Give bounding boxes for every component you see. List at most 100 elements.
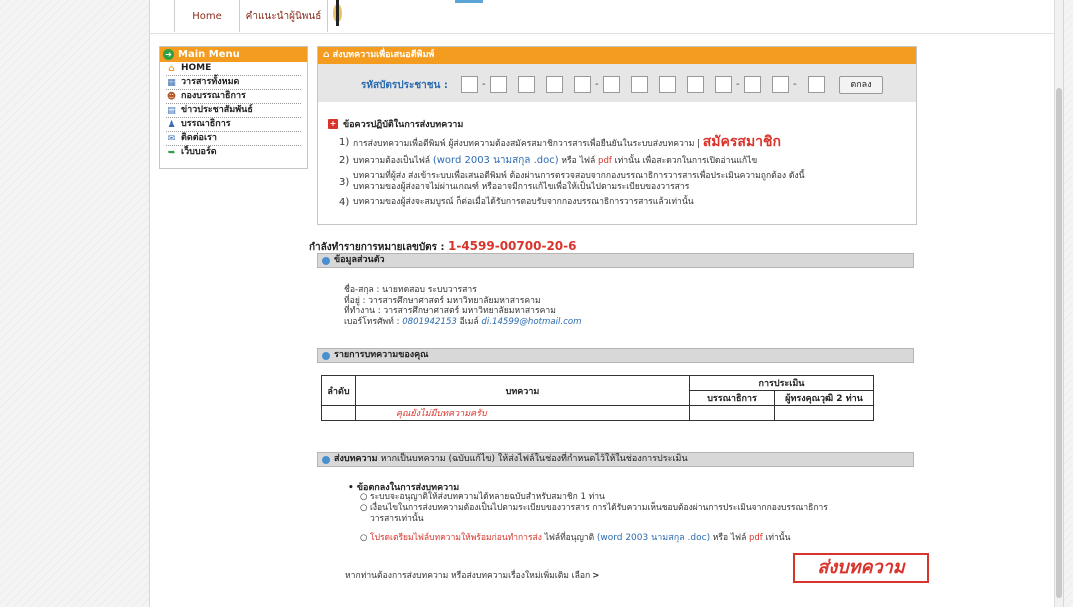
personal-info-header: ข้อมูลส่วนตัว	[317, 253, 914, 268]
menu-item-webboard[interactable]: ➥ เว็บบอร์ด	[166, 146, 301, 159]
menu-item-editor[interactable]: ♟ บรรณาธิการ	[166, 118, 301, 132]
chevron-right-icon: >	[592, 571, 600, 581]
rules-title: + ข้อควรปฏิบัติในการส่งบทความ	[328, 117, 463, 131]
menu-item-label: ติดต่อเรา	[181, 133, 217, 143]
agreement-text: ระบบจะอนุญาติให้ส่งบทความได้หลายฉบับสำหร…	[370, 492, 605, 502]
submit-section-header: ส่งบทความ หากเป็นบทความ (ฉบับแก้ไข) ให้ส…	[317, 452, 914, 467]
id-digit-12[interactable]	[772, 76, 789, 93]
menu-item-label: กองบรรณาธิการ	[181, 91, 246, 101]
agreement-text: เงื่อนไขในการส่งบทความต้องเป็นไปตามระเบี…	[370, 503, 828, 513]
rule-text: บทความต้องเป็นไฟล์	[353, 156, 431, 166]
submit-section-title: ส่งบทความ	[334, 454, 378, 464]
rule-text: บทความของผู้ส่งอาจไม่ผ่านเกณฑ์ หรืออาจมี…	[353, 182, 690, 192]
id-digit-11[interactable]	[744, 76, 761, 93]
person-icon: ♟	[167, 119, 176, 130]
rule-text: หรือ ไฟล์	[561, 156, 596, 166]
rule-1: 1) การส่งบทความเพื่อตีพิมพ์ ผู้ส่งบทความ…	[339, 134, 781, 150]
phone-label: เบอร์โทรศัพท์ :	[344, 316, 400, 327]
submit-article-button[interactable]: ส่งบทความ	[793, 553, 929, 583]
email-label: อีเมล์	[459, 316, 479, 327]
submit-article-panel: ⌂ ส่งบทความเพื่อเสนอตีพิมพ์ รหัสบัตรประช…	[317, 46, 917, 225]
menu-item-label: วารสารทั้งหมด	[181, 77, 240, 87]
menu-item-label: ข่าวประชาสัมพันธ์	[181, 105, 253, 115]
submit-panel-header: ⌂ ส่งบทความเพื่อเสนอตีพิมพ์	[318, 47, 916, 64]
id-digit-2[interactable]	[490, 76, 507, 93]
rule-2: 2) บทความต้องเป็นไฟล์ (word 2003 นามสกุล…	[339, 155, 757, 167]
menu-item-home[interactable]: ⌂ HOME	[166, 62, 301, 76]
id-separator: -	[736, 79, 740, 90]
scrollbar-thumb[interactable]	[1056, 88, 1062, 598]
contact-icon: ✉	[167, 133, 176, 144]
pdf-format-text: pdf	[748, 533, 763, 543]
agreement-item-1: ○ ระบบจะอนุญาติให้ส่งบทความได้หลายฉบับสำห…	[360, 492, 605, 502]
agreement-text: ไฟล์ที่อนุญาติ	[544, 533, 595, 543]
id-digit-5[interactable]	[574, 76, 591, 93]
email-value: di.14599@hotmail.com	[481, 316, 582, 327]
rule-text: การส่งบทความเพื่อตีพิมพ์ ผู้ส่งบทความต้อ…	[353, 139, 700, 149]
pdf-format-text: pdf	[597, 156, 612, 166]
top-nav: Home คำแนะนำผู้นิพนธ์	[150, 0, 1063, 34]
articles-table: ลำดับ บทความ การประเมิน บรรณาธิการ ผู้ทร…	[321, 375, 874, 421]
personal-address: ที่อยู่ : วารสารศึกษาศาสตร์ มหาวิทยาลัยม…	[344, 295, 541, 306]
word-format-text: (word 2003 นามสกุล .doc)	[432, 155, 559, 166]
menu-item-label: บรรณาธิการ	[181, 119, 231, 129]
id-card-row: รหัสบัตรประชาชน : - - - - ตกลง	[318, 64, 916, 102]
nav-author-guide[interactable]: คำแนะนำผู้นิพนธ์	[240, 0, 328, 32]
rule-4: 4) บทความของผู้ส่งจะสมบูรณ์ ก็ต่อเมื่อได…	[339, 197, 694, 208]
rule-3: 3) บทความที่ผู้ส่ง ส่งเข้าระบบเพื่อเสนอต…	[339, 171, 804, 193]
news-icon: ▤	[167, 105, 176, 116]
col-evaluation: การประเมิน	[689, 375, 874, 391]
personal-workplace: ที่ทำงาน : วารสารศึกษาศาสตร์ มหาวิทยาลัย…	[344, 306, 556, 316]
menu-item-contact[interactable]: ✉ ติดต่อเรา	[166, 132, 301, 146]
rule-number: 2)	[339, 155, 350, 166]
submit-panel-title: ส่งบทความเพื่อเสนอตีพิมพ์	[332, 50, 435, 60]
id-digit-1[interactable]	[461, 76, 478, 93]
id-digit-10[interactable]	[715, 76, 732, 93]
nav-home[interactable]: Home	[174, 0, 240, 32]
candle-decoration	[336, 0, 339, 26]
personal-info-title: ข้อมูลส่วนตัว	[334, 255, 385, 265]
section-dot-icon	[322, 256, 330, 265]
plus-icon: +	[328, 119, 338, 129]
col-article: บทความ	[355, 375, 690, 406]
rule-text: บทความที่ผู้ส่ง ส่งเข้าระบบเพื่อเสนอตีพิ…	[353, 171, 805, 181]
agreement-text: วารสารเท่านั้น	[370, 514, 424, 524]
phone-value: 0801942153	[402, 316, 457, 327]
id-card-label: รหัสบัตรประชาชน :	[361, 80, 448, 91]
id-digit-13[interactable]	[808, 76, 825, 93]
id-digit-6[interactable]	[603, 76, 620, 93]
ok-button[interactable]: ตกลง	[839, 76, 883, 94]
agreement-item-2: ○ เงื่อนไขในการส่งบทความต้องเป็นไปตามระเบ…	[360, 503, 828, 524]
page-container: Home คำแนะนำผู้นิพนธ์ ➜ Main Menu ⌂ HOME …	[149, 0, 1064, 607]
cell-no	[321, 405, 356, 421]
table-header-row: ลำดับ บทความ การประเมิน	[321, 375, 874, 406]
id-digit-3[interactable]	[518, 76, 535, 93]
menu-item-editorial-board[interactable]: ☻ กองบรรณาธิการ	[166, 90, 301, 104]
personal-info: ชื่อ-สกุล : นายทดสอบ ระบบวารสาร ที่อยู่ …	[344, 285, 582, 327]
agreement-text: เท่านั้น	[765, 533, 791, 543]
id-digit-7[interactable]	[631, 76, 648, 93]
submit-section-note: หากเป็นบทความ (ฉบับแก้ไข) ให้ส่งไฟล์ในช่…	[380, 454, 688, 464]
col-reviewers: ผู้ทรงคุณวุฒิ 2 ท่าน	[774, 390, 874, 406]
webboard-arrow-icon: ➥	[167, 147, 176, 158]
menu-item-news[interactable]: ▤ ข่าวประชาสัมพันธ์	[166, 104, 301, 118]
menu-item-all-journals[interactable]: ▦ วารสารทั้งหมด	[166, 76, 301, 90]
prepare-file-text: โปรดเตรียมไฟล์บทความให้พร้อมก่อนทำการส่ง	[370, 533, 542, 543]
articles-header: รายการบทความของคุณ	[317, 348, 914, 363]
main-menu-title: Main Menu	[178, 49, 240, 60]
id-digit-8[interactable]	[659, 76, 676, 93]
articles-title: รายการบทความของคุณ	[334, 350, 429, 360]
personal-name: ชื่อ-สกุล : นายทดสอบ ระบบวารสาร	[344, 285, 477, 295]
rules-title-text: ข้อควรปฏิบัติในการส่งบทความ	[343, 120, 464, 130]
id-digit-4[interactable]	[546, 76, 563, 93]
register-member-link[interactable]: สมัครสมาชิก	[703, 134, 781, 150]
rule-text: บทความของผู้ส่งจะสมบูรณ์ ก็ต่อเมื่อได้รั…	[353, 197, 694, 207]
rule-number: 4)	[339, 197, 350, 208]
col-editor: บรรณาธิการ	[689, 390, 775, 406]
cell-reviewers	[774, 405, 874, 421]
id-digit-9[interactable]	[687, 76, 704, 93]
id-separator: -	[482, 79, 486, 90]
vertical-scrollbar[interactable]	[1054, 0, 1063, 607]
rule-number: 1)	[339, 137, 350, 148]
section-dot-icon	[322, 351, 330, 360]
